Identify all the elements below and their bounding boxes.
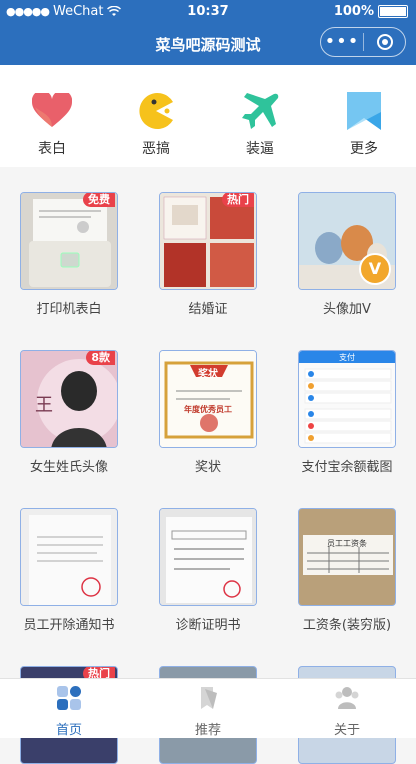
girl-avatar-image: 王	[21, 351, 117, 447]
grid-card-alipay[interactable]: 支付 支付宝余额截图	[278, 350, 416, 475]
printer-image	[21, 193, 117, 289]
recommend-icon	[201, 687, 217, 709]
tab-label: 首页	[55, 723, 82, 738]
card-caption: 奖状	[194, 460, 221, 475]
status-bar: ●●●●● WeChat 10:37 100%	[0, 0, 416, 24]
verified-v-icon: V	[359, 253, 391, 285]
tab-label: 推荐	[194, 723, 221, 738]
thumbnail: 奖状 年度优秀员工	[159, 350, 257, 448]
salary-slip-image	[299, 509, 395, 605]
card-caption: 支付宝余额截图	[301, 460, 393, 475]
category-label: 恶搞	[142, 141, 170, 157]
card-caption: 头像加V	[323, 302, 371, 317]
category-more[interactable]: 更多	[312, 91, 416, 158]
battery-fill	[380, 7, 406, 16]
dismissal-notice-image	[21, 509, 117, 605]
status-right: 100%	[334, 4, 408, 19]
pacman-icon	[136, 91, 176, 131]
card-caption: 女生姓氏头像	[29, 460, 108, 475]
grid-card-salary[interactable]: 员工工资条 工资条(装穷版)	[278, 508, 416, 633]
category-zhuangbi[interactable]: 装逼	[208, 91, 312, 158]
grid-card-avatar-v[interactable]: V 头像加V	[278, 192, 416, 317]
grid-card-diagnosis[interactable]: 诊断证明书	[139, 508, 277, 633]
battery-percent: 100%	[333, 4, 374, 19]
thumbnail: 员工工资条	[298, 508, 396, 606]
airplane-icon	[240, 91, 280, 131]
category-bar: 表白 恶搞 装逼 更多	[0, 65, 416, 167]
card-caption: 打印机表白	[36, 302, 102, 317]
tab-recommend[interactable]: 推荐	[139, 685, 277, 738]
category-label: 表白	[38, 141, 66, 157]
more-button[interactable]: •••	[321, 33, 363, 51]
thumbnail: 王 8款	[20, 350, 118, 448]
award-title-text: 奖状	[198, 369, 218, 380]
salary-title-text: 员工工资条	[327, 539, 367, 548]
badge: 免费	[83, 193, 115, 207]
card-caption: 工资条(装穷版)	[302, 618, 392, 633]
tab-label: 关于	[333, 723, 360, 738]
tab-bar: 首页 推荐 关于	[0, 678, 416, 738]
card-caption: 结婚证	[188, 302, 228, 317]
close-target-icon	[376, 34, 393, 50]
category-egao[interactable]: 恶搞	[104, 91, 208, 158]
card-caption: 员工开除通知书	[23, 618, 115, 633]
thumbnail: V	[298, 192, 396, 290]
about-users-icon	[335, 687, 359, 709]
badge: 8款	[86, 351, 115, 365]
thumbnail	[20, 508, 118, 606]
heart-icon	[32, 91, 72, 131]
thumbnail: 热门	[159, 192, 257, 290]
grid-card-dismissal[interactable]: 员工开除通知书	[0, 508, 138, 633]
alipay-title-text: 支付	[339, 353, 355, 362]
grid-card-marriage[interactable]: 热门 结婚证	[139, 192, 277, 317]
category-label: 更多	[350, 141, 378, 157]
grid-card-printer[interactable]: 免费 打印机表白	[0, 192, 138, 317]
battery-icon	[378, 5, 408, 18]
card-caption: 诊断证明书	[175, 618, 241, 633]
home-grid-icon	[57, 686, 81, 710]
alipay-screenshot-image	[299, 351, 395, 447]
thumbnail: 支付	[298, 350, 396, 448]
nav-bar: 菜鸟吧源码测试 •••	[0, 24, 416, 65]
award-subtitle-text: 年度优秀员工	[184, 405, 232, 414]
miniprogram-capsule: •••	[320, 27, 406, 57]
bookmark-icon	[344, 91, 384, 131]
marriage-certificate-image	[160, 193, 256, 289]
close-button[interactable]	[364, 34, 405, 50]
tab-home[interactable]: 首页	[0, 685, 138, 738]
category-biaobai[interactable]: 表白	[0, 91, 104, 158]
grid-card-surname-avatar[interactable]: 王 8款 女生姓氏头像	[0, 350, 138, 475]
thumbnail: 免费	[20, 192, 118, 290]
tab-about[interactable]: 关于	[278, 685, 416, 738]
diagnosis-certificate-image	[160, 509, 256, 605]
category-label: 装逼	[246, 141, 274, 157]
thumbnail	[159, 508, 257, 606]
badge: 热门	[222, 193, 254, 207]
grid-card-award[interactable]: 奖状 年度优秀员工 奖状	[139, 350, 277, 475]
svg-text:王: 王	[35, 395, 53, 416]
